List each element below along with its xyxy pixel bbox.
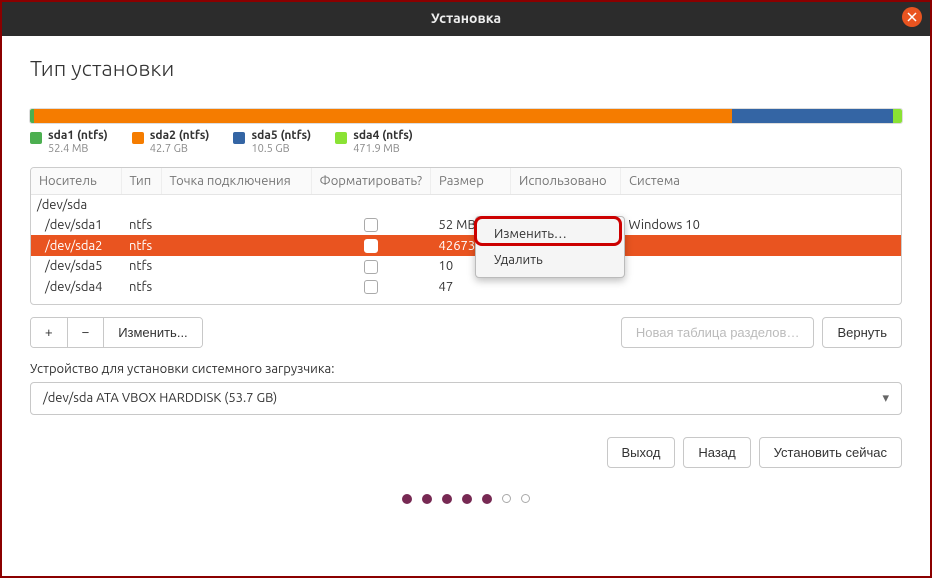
disk-segment (893, 109, 902, 123)
cell-type: ntfs (121, 277, 161, 298)
toolbar-add-remove-group: + − Изменить... (30, 317, 203, 348)
cell-type: ntfs (121, 215, 161, 236)
partition-table[interactable]: НосительТипТочка подключенияФорматироват… (31, 168, 901, 298)
cell-used (511, 194, 621, 215)
column-header[interactable]: Тип (121, 168, 161, 195)
legend-size: 10.5 GB (251, 143, 311, 156)
format-checkbox[interactable] (364, 239, 378, 253)
disk-segment (732, 109, 893, 123)
toolbar: + − Изменить... Новая таблица разделов… … (30, 317, 902, 348)
new-partition-table-button[interactable]: Новая таблица разделов… (621, 317, 815, 348)
add-partition-button[interactable]: + (31, 318, 68, 347)
column-header[interactable]: Система (621, 168, 901, 195)
partition-table-wrap: НосительТипТочка подключенияФорматироват… (30, 167, 902, 305)
cell-mount (161, 194, 311, 215)
progress-dot (521, 494, 530, 503)
cell-used (511, 277, 621, 298)
cell-type: ntfs (121, 235, 161, 256)
close-button[interactable] (902, 7, 922, 27)
progress-indicator (30, 494, 902, 504)
cell-format (311, 235, 431, 256)
disk-usage-bar (30, 109, 902, 123)
install-now-button[interactable]: Установить сейчас (759, 437, 902, 468)
legend-item: sda5 (ntfs) 10.5 GB (233, 129, 311, 157)
cell-system (621, 277, 901, 298)
context-menu: Изменить… Удалить (475, 216, 625, 278)
format-checkbox[interactable] (364, 260, 378, 274)
cell-device: /dev/sda1 (31, 215, 121, 236)
table-row[interactable]: /dev/sda1 ntfs 52 MB 27 MB Windows 10 (31, 215, 901, 236)
cell-size: 47 (431, 277, 511, 298)
legend: sda1 (ntfs) 52.4 MB sda2 (ntfs) 42.7 GB … (30, 129, 902, 157)
table-row[interactable]: /dev/sda5 ntfs 10 (31, 256, 901, 277)
column-header[interactable]: Точка подключения (161, 168, 311, 195)
legend-label: sda5 (ntfs) (251, 129, 311, 143)
chevron-down-icon: ▾ (882, 391, 889, 406)
legend-label: sda1 (ntfs) (48, 129, 108, 143)
cell-format (311, 256, 431, 277)
cell-system (621, 235, 901, 256)
progress-dot (402, 494, 412, 504)
legend-size: 52.4 MB (48, 143, 108, 156)
cell-format (311, 194, 431, 215)
revert-button[interactable]: Вернуть (822, 317, 902, 348)
legend-label: sda4 (ntfs) (353, 129, 413, 143)
page-title: Тип установки (30, 56, 902, 81)
table-row[interactable]: /dev/sda4 ntfs 47 (31, 277, 901, 298)
progress-dot (462, 494, 472, 504)
legend-swatch (132, 132, 144, 144)
legend-size: 42.7 GB (150, 143, 210, 156)
progress-dot (442, 494, 452, 504)
back-button[interactable]: Назад (683, 437, 750, 468)
legend-item: sda4 (ntfs) 471.9 MB (335, 129, 413, 157)
window-title: Установка (0, 10, 932, 26)
cell-format (311, 215, 431, 236)
legend-item: sda2 (ntfs) 42.7 GB (132, 129, 210, 157)
column-header[interactable]: Использовано (511, 168, 621, 195)
table-row[interactable]: /dev/sda (31, 194, 901, 215)
table-row[interactable]: /dev/sda2 ntfs 42673 MB 16693 MB (31, 235, 901, 256)
cell-system (621, 256, 901, 277)
nav-buttons: Выход Назад Установить сейчас (30, 437, 902, 468)
column-header[interactable]: Носитель (31, 168, 121, 195)
legend-size: 471.9 MB (353, 143, 413, 156)
progress-dot (422, 494, 432, 504)
cell-device: /dev/sda2 (31, 235, 121, 256)
context-menu-delete[interactable]: Удалить (476, 247, 624, 273)
remove-partition-button[interactable]: − (68, 318, 105, 347)
bootloader-device-select[interactable]: /dev/sda ATA VBOX HARDDISK (53.7 GB) ▾ (30, 382, 902, 415)
progress-dot (502, 494, 511, 503)
legend-swatch (335, 132, 347, 144)
cell-size (431, 194, 511, 215)
legend-item: sda1 (ntfs) 52.4 MB (30, 129, 108, 157)
format-checkbox[interactable] (364, 218, 378, 232)
change-partition-button[interactable]: Изменить... (104, 318, 201, 347)
format-checkbox[interactable] (364, 280, 378, 294)
cell-mount (161, 256, 311, 277)
disk-segment (34, 109, 732, 123)
cell-system: Windows 10 (621, 215, 901, 236)
legend-label: sda2 (ntfs) (150, 129, 210, 143)
close-icon (907, 12, 917, 22)
column-header[interactable]: Форматировать? (311, 168, 431, 195)
cell-type (121, 194, 161, 215)
progress-dot (482, 494, 492, 504)
cell-type: ntfs (121, 256, 161, 277)
cell-system (621, 194, 901, 215)
titlebar: Установка (0, 0, 932, 36)
quit-button[interactable]: Выход (607, 437, 676, 468)
cell-device: /dev/sda5 (31, 256, 121, 277)
legend-swatch (233, 132, 245, 144)
context-menu-edit[interactable]: Изменить… (476, 221, 624, 247)
cell-format (311, 277, 431, 298)
column-header[interactable]: Размер (431, 168, 511, 195)
bootloader-label: Устройство для установки системного загр… (30, 362, 902, 376)
cell-mount (161, 277, 311, 298)
bootloader-value: /dev/sda ATA VBOX HARDDISK (53.7 GB) (43, 391, 277, 405)
cell-mount (161, 215, 311, 236)
cell-device: /dev/sda4 (31, 277, 121, 298)
legend-swatch (30, 132, 42, 144)
cell-device: /dev/sda (31, 194, 121, 215)
cell-mount (161, 235, 311, 256)
